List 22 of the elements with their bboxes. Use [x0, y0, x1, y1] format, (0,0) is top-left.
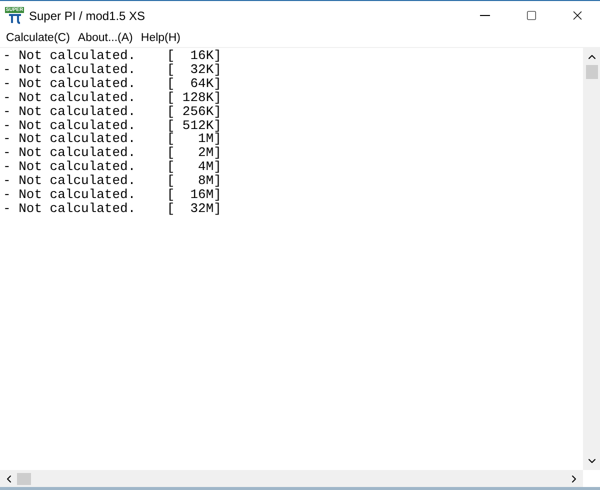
maximize-icon — [526, 10, 536, 21]
output-line: - Not calculated. [ 32K] — [3, 62, 222, 77]
scroll-thumb[interactable] — [17, 472, 31, 484]
output-line: - Not calculated. [ 128K] — [3, 90, 222, 105]
scroll-thumb[interactable] — [586, 65, 598, 79]
output-line: - Not calculated. [ 512K] — [3, 118, 222, 132]
output-line: - Not calculated. [ 64K] — [3, 76, 222, 91]
output-line: - Not calculated. [ 8M] — [3, 174, 222, 188]
output-line: - Not calculated. [ 4M] — [3, 160, 222, 174]
minimize-icon — [480, 15, 490, 16]
output-line: - Not calculated. [ 16M] — [3, 188, 222, 202]
output-line: - Not calculated. [ 1M] — [3, 132, 222, 146]
menu-item[interactable]: About...(A) — [74, 30, 137, 48]
horizontal-scrollbar[interactable] — [0, 470, 583, 487]
window-title: Super PI / mod1.5 XS — [29, 8, 146, 24]
output-line: - Not calculated. [ 16K] — [3, 49, 222, 63]
output-line: - Not calculated. [ 32M] — [3, 202, 222, 216]
menu-item[interactable]: Help(H) — [136, 30, 185, 48]
menu-item[interactable]: Calculate(C) — [2, 30, 74, 48]
vertical-scrollbar[interactable] — [583, 48, 600, 470]
output-line: - Not calculated. [ 2M] — [3, 146, 222, 160]
output-line: - Not calculated. [ 256K] — [3, 104, 222, 119]
